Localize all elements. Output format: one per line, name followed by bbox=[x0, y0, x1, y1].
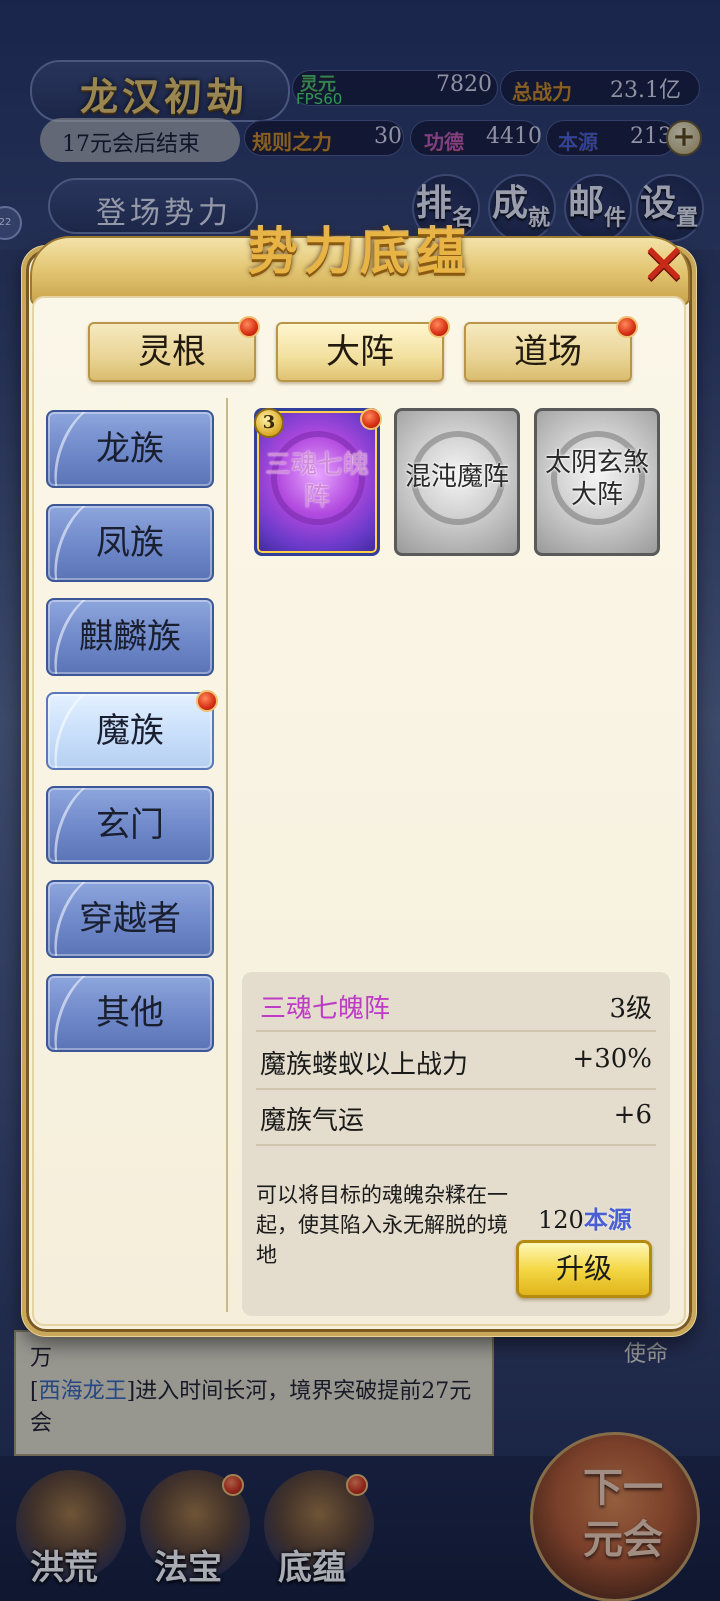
formation-card-hundun[interactable]: 混沌魔阵 bbox=[394, 408, 520, 556]
race-item-dragon[interactable]: 龙族 bbox=[46, 410, 214, 488]
race-demon-notification-dot bbox=[196, 690, 218, 712]
formation-description: 可以将目标的魂魄杂糅在一起，使其陷入永无解脱的境地 bbox=[256, 1183, 508, 1267]
detail-divider bbox=[256, 1030, 656, 1032]
upgrade-cost-value: 120 bbox=[538, 1206, 584, 1234]
race-item-qilin[interactable]: 麒麟族 bbox=[46, 598, 214, 676]
formation-level-badge: 3 bbox=[254, 408, 284, 438]
formation-card-name: 三魂七魄阵 bbox=[264, 450, 369, 512]
detail-stat-row: 魔族气运 +6 bbox=[260, 1100, 652, 1137]
race-item-other[interactable]: 其他 bbox=[46, 974, 214, 1052]
tab-linggen[interactable]: 灵根 bbox=[88, 322, 256, 382]
upgrade-cost: 120本源 bbox=[538, 1200, 632, 1235]
panel-title: 势力底蕴 bbox=[248, 222, 472, 281]
detail-header-row: 三魂七魄阵 3级 bbox=[260, 988, 652, 1025]
detail-divider bbox=[256, 1144, 656, 1146]
upgrade-button[interactable]: 升级 bbox=[516, 1240, 652, 1298]
detail-stat-label: 魔族气运 bbox=[260, 1106, 365, 1136]
detail-formation-name: 三魂七魄阵 bbox=[260, 994, 391, 1024]
detail-stat-value: +6 bbox=[613, 1100, 652, 1130]
tab-daochang-notification-dot bbox=[616, 316, 638, 338]
upgrade-cost-unit: 本源 bbox=[583, 1205, 632, 1234]
formation-card-name: 太阴玄煞大阵 bbox=[544, 448, 649, 510]
detail-stat-label: 魔族蝼蚁以上战力 bbox=[260, 1050, 469, 1080]
detail-stat-value: +30% bbox=[572, 1044, 652, 1074]
formation-card-name: 混沌魔阵 bbox=[404, 462, 509, 492]
race-item-xuanmen[interactable]: 玄门 bbox=[46, 786, 214, 864]
race-item-traveler[interactable]: 穿越者 bbox=[46, 880, 214, 958]
race-item-demon[interactable]: 魔族 bbox=[46, 692, 214, 770]
column-divider bbox=[226, 398, 228, 1312]
tab-dazhen-notification-dot bbox=[428, 316, 450, 338]
formation-card-taiyin[interactable]: 太阴玄煞大阵 bbox=[534, 408, 660, 556]
detail-divider bbox=[256, 1088, 656, 1090]
tab-dazhen[interactable]: 大阵 bbox=[276, 322, 444, 382]
tab-daochang[interactable]: 道场 bbox=[464, 322, 632, 382]
close-icon[interactable]: ✕ bbox=[634, 238, 694, 294]
tab-linggen-notification-dot bbox=[238, 316, 260, 338]
detail-stat-row: 魔族蝼蚁以上战力 +30% bbox=[260, 1044, 652, 1081]
race-item-phoenix[interactable]: 凤族 bbox=[46, 504, 214, 582]
detail-level: 3级 bbox=[609, 994, 652, 1024]
formation-card-notification-dot bbox=[360, 408, 382, 430]
